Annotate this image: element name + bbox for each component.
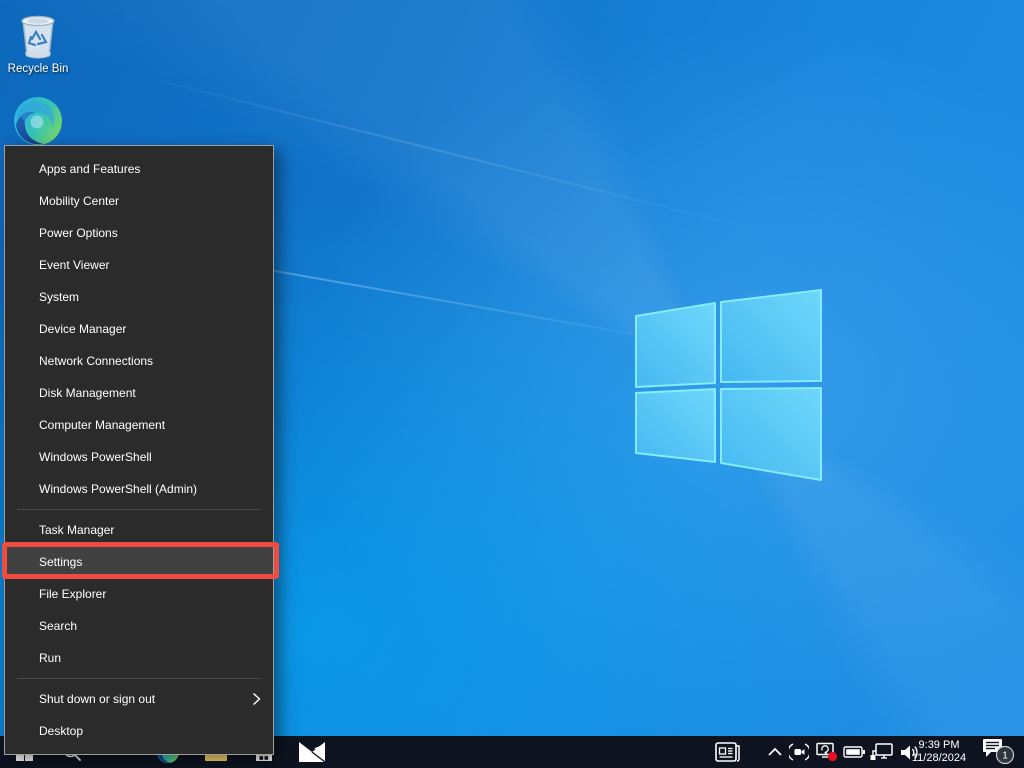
winx-menu: Apps and Features Mobility Center Power … [4, 145, 274, 755]
ethernet-network-icon [870, 743, 893, 762]
menu-item-event-viewer[interactable]: Event Viewer [5, 249, 273, 281]
meet-now-button[interactable] [787, 736, 811, 768]
chevron-right-icon [252, 692, 261, 706]
news-and-interests-button[interactable] [711, 736, 745, 768]
menu-item-network-connections[interactable]: Network Connections [5, 345, 273, 377]
edge-icon [12, 95, 64, 147]
menu-item-desktop[interactable]: Desktop [5, 715, 273, 747]
clock-date: 11/28/2024 [904, 752, 974, 765]
news-icon [715, 742, 741, 763]
recycle-bin-icon [17, 12, 59, 60]
badge-count-text: 1 [1002, 751, 1008, 762]
update-status-icon [816, 742, 838, 762]
desktop-icon-label: Recycle Bin [0, 63, 76, 75]
clock-time: 9:39 PM [904, 739, 974, 752]
chevron-up-icon [767, 747, 783, 757]
menu-item-disk-management[interactable]: Disk Management [5, 377, 273, 409]
menu-item-windows-powershell[interactable]: Windows PowerShell [5, 441, 273, 473]
battery-icon [843, 743, 866, 761]
action-center-icon: 1 [982, 738, 1016, 766]
menu-item-computer-management[interactable]: Computer Management [5, 409, 273, 441]
meet-now-camera-icon [789, 743, 809, 761]
mail-icon [298, 741, 326, 763]
action-center-button[interactable]: 1 [980, 736, 1018, 768]
menu-item-search[interactable]: Search [5, 610, 273, 642]
desktop: Recycle Bin Apps and Features Mobility C… [0, 0, 1024, 768]
network-button[interactable] [867, 736, 895, 768]
windows-logo-wallpaper [630, 283, 830, 495]
menu-item-device-manager[interactable]: Device Manager [5, 313, 273, 345]
notification-dot [828, 752, 837, 761]
desktop-icon-edge[interactable] [0, 95, 76, 147]
menu-item-windows-powershell-admin[interactable]: Windows PowerShell (Admin) [5, 473, 273, 505]
taskbar-clock[interactable]: 9:39 PM 11/28/2024 [904, 739, 974, 765]
show-hidden-icons-button[interactable] [763, 736, 787, 768]
menu-item-system[interactable]: System [5, 281, 273, 313]
update-status-button[interactable] [813, 736, 841, 768]
taskbar-mail-button[interactable] [288, 736, 336, 768]
menu-item-run[interactable]: Run [5, 642, 273, 674]
menu-item-power-options[interactable]: Power Options [5, 217, 273, 249]
menu-separator [17, 509, 261, 510]
menu-item-apps-and-features[interactable]: Apps and Features [5, 153, 273, 185]
menu-item-task-manager[interactable]: Task Manager [5, 514, 273, 546]
battery-button[interactable] [841, 736, 867, 768]
menu-separator [17, 678, 261, 679]
menu-item-shut-down-or-sign-out[interactable]: Shut down or sign out [5, 683, 273, 715]
menu-item-mobility-center[interactable]: Mobility Center [5, 185, 273, 217]
menu-item-settings[interactable]: Settings [5, 546, 273, 578]
menu-item-label: Shut down or sign out [39, 692, 155, 706]
menu-item-file-explorer[interactable]: File Explorer [5, 578, 273, 610]
desktop-icon-recycle-bin[interactable]: Recycle Bin [0, 12, 76, 75]
